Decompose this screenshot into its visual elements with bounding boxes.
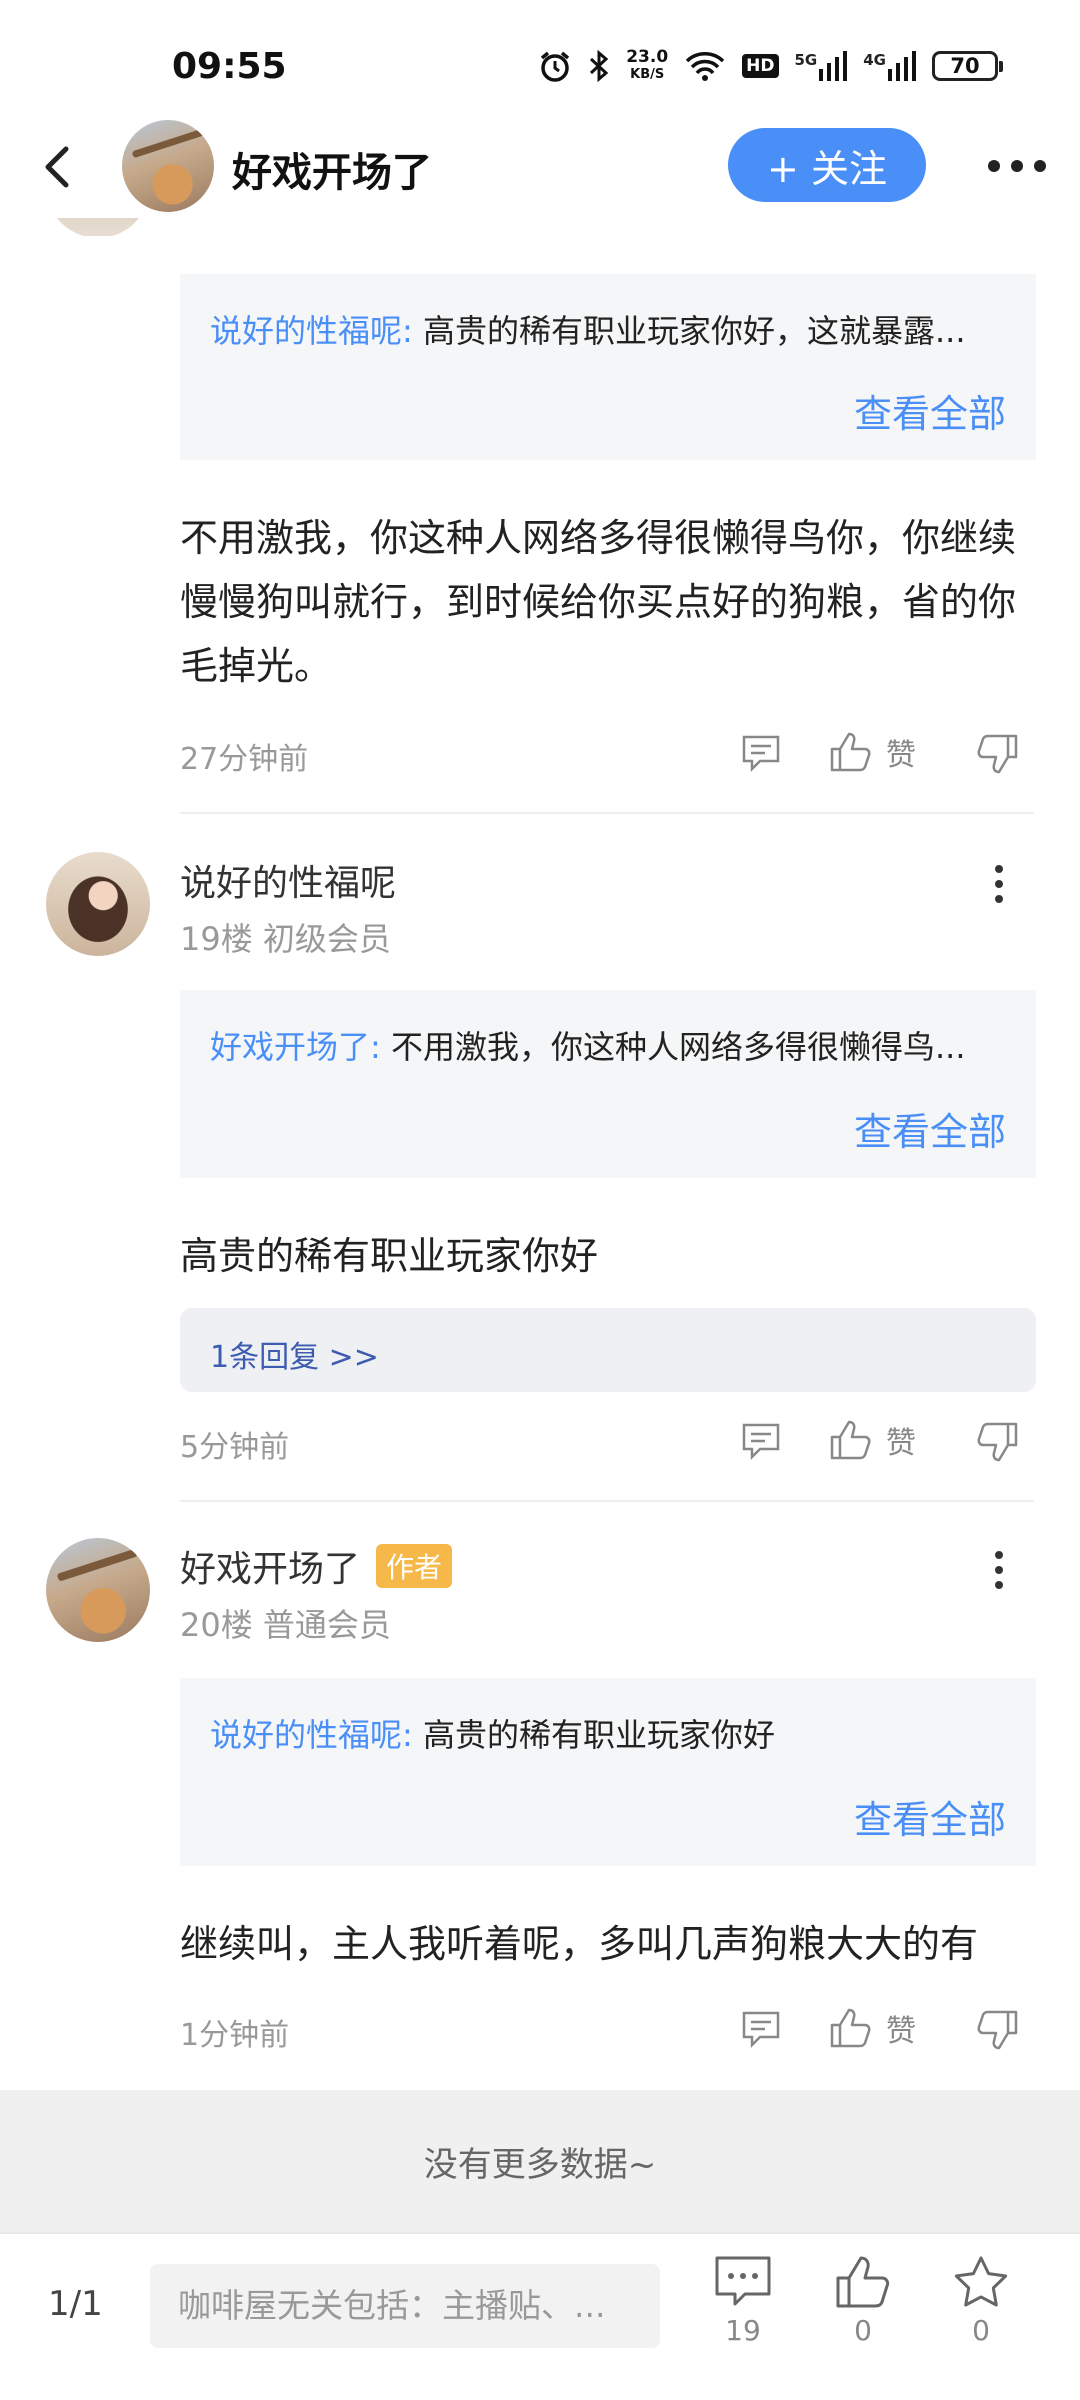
user-level: 20楼 普通会员 (180, 1606, 391, 1644)
bluetooth-icon (588, 49, 610, 83)
comment-text: 继续叫，主人我听着呢，多叫几声狗粮大大的有 (180, 1922, 979, 1966)
status-time: 09:55 (172, 46, 287, 87)
status-bar: 09:55 23.0 KB/S HD 5G 4G 70 (0, 0, 1080, 130)
quote-author[interactable]: 好戏开场了: (210, 1028, 381, 1066)
dislike-button[interactable] (976, 1420, 1020, 1468)
comment-input[interactable]: 咖啡屋无关包括：主播贴、... (150, 2264, 660, 2348)
net-speed-value: 23.0 (626, 47, 669, 67)
battery-indicator: 70 (932, 51, 1003, 81)
comment-meta: 1分钟前 赞 (180, 1998, 1040, 2058)
user-name-row: 好戏开场了 作者 (180, 1540, 453, 1592)
quoted-comment[interactable]: 说好的性福呢: 高贵的稀有职业玩家你好 查看全部 (180, 1678, 1036, 1866)
star-icon (954, 2256, 1008, 2307)
like-post-button[interactable]: 0 (818, 2254, 908, 2347)
divider (180, 1500, 1034, 1502)
reply-icon[interactable] (740, 2008, 782, 2054)
star-count: 0 (972, 2314, 990, 2347)
view-all-link[interactable]: 查看全部 (854, 383, 1006, 438)
comment-count: 19 (725, 2314, 761, 2347)
user-name[interactable]: 说好的性福呢 (180, 854, 396, 906)
replies-label: 1条回复 >> (210, 1340, 379, 1375)
like-button[interactable]: 赞 (828, 2006, 916, 2050)
author-badge: 作者 (376, 1544, 453, 1588)
header-avatar[interactable] (122, 120, 214, 212)
thumbs-up-icon (830, 1420, 871, 1460)
dislike-button[interactable] (976, 732, 1020, 780)
page-indicator[interactable]: 1/1 (48, 2284, 103, 2324)
more-options-button[interactable] (972, 138, 1062, 194)
quote-text: 高贵的稀有职业玩家你好 (422, 1716, 775, 1754)
thumbs-down-icon (977, 734, 1018, 774)
wifi-icon (684, 50, 726, 82)
thumbs-up-icon (836, 2256, 890, 2308)
like-button[interactable]: 赞 (828, 730, 916, 774)
quote-author[interactable]: 说好的性福呢: (210, 1716, 413, 1754)
net-speed-unit: KB/S (630, 67, 665, 82)
hd-icon: HD (742, 54, 779, 78)
signal-4g-icon: 4G (863, 51, 916, 81)
comment-text: 高贵的稀有职业玩家你好 (180, 1234, 599, 1278)
signal-5g-icon: 5G (795, 51, 848, 81)
user-level: 19楼 初级会员 (180, 920, 391, 958)
quoted-comment[interactable]: 好戏开场了: 不用激我，你这种人网络多得很懒得鸟... 查看全部 (180, 990, 1036, 1178)
like-button[interactable]: 赞 (828, 1418, 916, 1462)
comment-meta: 27分钟前 赞 (180, 722, 1040, 782)
quote-text: 高贵的稀有职业玩家你好，这就暴露... (422, 312, 966, 350)
quoted-comment[interactable]: 说好的性福呢: 高贵的稀有职业玩家你好，这就暴露... 查看全部 (180, 274, 1036, 460)
comments-button[interactable]: 19 (698, 2254, 788, 2347)
quote-author[interactable]: 说好的性福呢: (210, 312, 413, 350)
no-more-data: 没有更多数据~ (0, 2090, 1080, 2232)
follow-button[interactable]: + 关注 (728, 128, 926, 202)
reply-icon[interactable] (740, 732, 782, 778)
replies-link[interactable]: 1条回复 >> (180, 1308, 1036, 1392)
user-avatar[interactable] (46, 1538, 150, 1642)
user-avatar[interactable] (46, 852, 150, 956)
back-arrow-icon (45, 146, 69, 188)
comment-time: 27分钟前 (180, 742, 309, 777)
like-label: 赞 (886, 2014, 916, 2049)
view-all-link[interactable]: 查看全部 (854, 1789, 1006, 1844)
divider (180, 812, 1034, 814)
like-count: 0 (854, 2314, 872, 2347)
like-label: 赞 (886, 1426, 916, 1461)
alarm-icon (538, 49, 572, 83)
comment-time: 1分钟前 (180, 2018, 290, 2053)
signal-5g-label: 5G (794, 51, 818, 69)
comment-icon (715, 2256, 771, 2306)
page-title[interactable]: 好戏开场了 (232, 140, 432, 198)
signal-4g-label: 4G (863, 51, 886, 69)
back-button[interactable] (24, 134, 90, 200)
comment-time: 5分钟前 (180, 1430, 290, 1465)
view-all-link[interactable]: 查看全部 (854, 1101, 1006, 1156)
comment-meta: 5分钟前 赞 (180, 1410, 1040, 1470)
net-speed: 23.0 KB/S (626, 49, 668, 83)
like-label: 赞 (886, 738, 916, 773)
thumbs-down-icon (977, 1422, 1018, 1462)
comment-more-button[interactable] (974, 854, 1024, 914)
thumbs-up-icon (830, 732, 871, 772)
thumbs-down-icon (977, 2010, 1018, 2050)
comment-more-button[interactable] (974, 1540, 1024, 1600)
status-icons: 23.0 KB/S HD 5G 4G 70 (538, 46, 1003, 86)
bottom-bar: 1/1 咖啡屋无关包括：主播贴、... 19 0 0 (0, 2232, 1080, 2400)
user-name[interactable]: 好戏开场了 (180, 1540, 360, 1592)
top-nav-bar: 好戏开场了 + 关注 (0, 118, 1080, 218)
comment-text: 不用激我，你这种人网络多得很懒得鸟你，你继续慢慢狗叫就行，到时候给你买点好的狗粮… (180, 516, 1017, 688)
quote-text: 不用激我，你这种人网络多得很懒得鸟... (390, 1028, 966, 1066)
favorite-button[interactable]: 0 (936, 2254, 1026, 2347)
dislike-button[interactable] (976, 2008, 1020, 2056)
thumbs-up-icon (830, 2008, 871, 2048)
reply-icon[interactable] (740, 1420, 782, 1466)
